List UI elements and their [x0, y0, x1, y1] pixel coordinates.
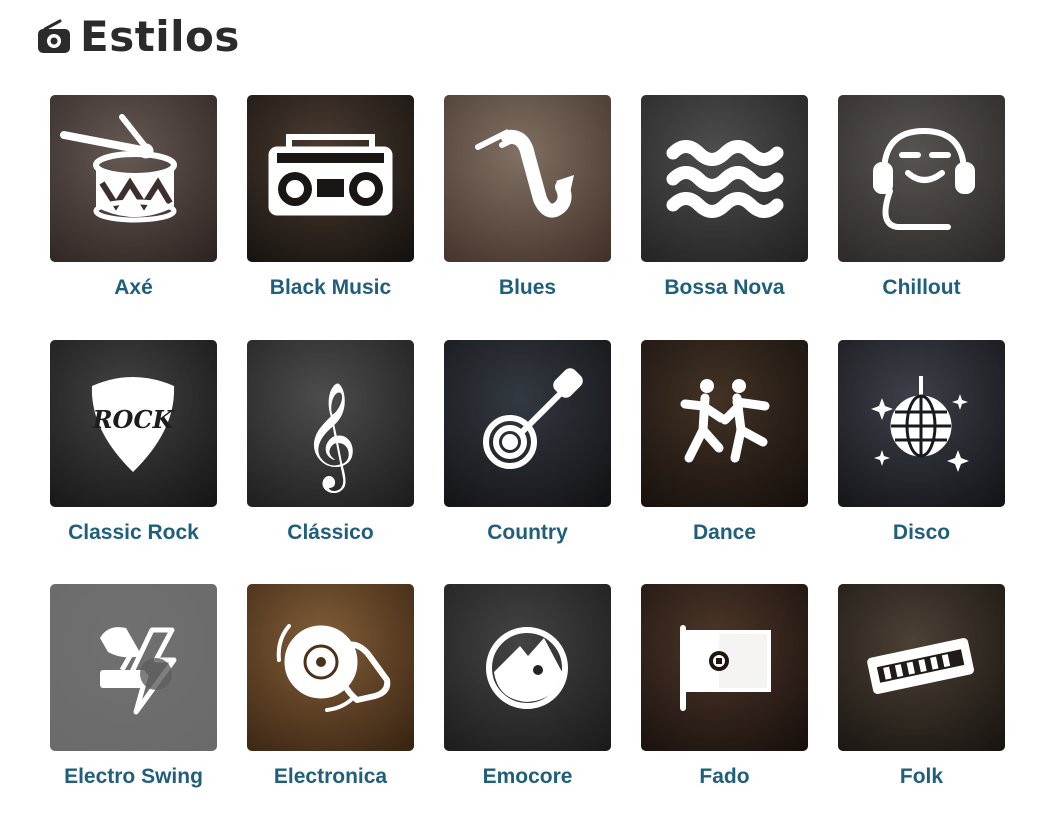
genre-grid: Axé Black Music Blues Bossa Nova Chillou…: [50, 95, 1005, 829]
genre-card-axe[interactable]: Axé: [50, 95, 217, 340]
genre-thumbnail: [444, 584, 611, 751]
genre-thumbnail: [247, 95, 414, 262]
genre-label: Emocore: [482, 765, 573, 788]
genre-card-bossa-nova[interactable]: Bossa Nova: [641, 95, 808, 340]
genre-card-disco[interactable]: Disco: [838, 339, 1005, 585]
genre-card-electro-swing[interactable]: Electro Swing: [50, 584, 217, 829]
saxophone-icon: [475, 128, 574, 218]
radio-icon: [38, 19, 70, 53]
svg-text:ROCK: ROCK: [92, 405, 175, 434]
genre-thumbnail: [444, 339, 611, 507]
genre-label: Classic Rock: [68, 520, 199, 544]
genre-card-emocore[interactable]: Emocore: [444, 584, 611, 829]
genre-label: Bossa Nova: [664, 276, 785, 299]
genre-thumbnail: [838, 95, 1005, 262]
genre-label: Country: [487, 520, 568, 544]
genre-label: Chillout: [882, 276, 961, 299]
headphones-face-icon: [873, 127, 975, 230]
genre-card-electronica[interactable]: Electronica: [247, 584, 414, 829]
page-header: Estilos: [36, 10, 240, 64]
page-title: Estilos: [80, 12, 240, 61]
genre-label: Clássico: [287, 520, 374, 544]
treble-clef-icon: 𝄞: [303, 381, 357, 493]
genre-thumbnail: [838, 584, 1005, 751]
dancers-icon: [680, 378, 770, 462]
boombox-icon: [268, 134, 393, 216]
genre-label: Axé: [114, 276, 153, 299]
genre-thumbnail: [838, 339, 1005, 507]
genre-card-country[interactable]: Country: [444, 339, 611, 585]
genre-label: Blues: [498, 276, 557, 299]
genre-label: Fado: [699, 765, 750, 788]
genre-thumbnail: [247, 584, 414, 751]
genre-card-black-music[interactable]: Black Music: [247, 95, 414, 340]
genre-thumbnail: ROCK: [50, 339, 217, 507]
genre-card-blues[interactable]: Blues: [444, 95, 611, 340]
svg-text:𝄞: 𝄞: [303, 381, 357, 493]
emo-face-icon: [486, 627, 568, 709]
disco-ball-icon: [871, 375, 969, 472]
genre-thumbnail: [641, 95, 808, 262]
banjo-icon: [483, 367, 583, 469]
genre-card-chillout[interactable]: Chillout: [838, 95, 1005, 340]
gramophone-bolt-icon: [100, 627, 177, 715]
genre-card-folk[interactable]: Folk: [838, 584, 1005, 829]
genre-thumbnail: [50, 584, 217, 751]
waves-icon: [666, 140, 784, 218]
genre-label: Disco: [892, 520, 951, 544]
guitar-pick-icon: ROCK: [92, 376, 175, 472]
turntable-hand-icon: [276, 624, 391, 712]
genre-thumbnail: 𝄞: [247, 339, 414, 507]
portugal-flag-icon: [680, 625, 771, 711]
harmonica-icon: [867, 638, 974, 695]
genre-label: Folk: [899, 765, 944, 788]
genre-label: Electro Swing: [64, 765, 203, 788]
genre-label: Electronica: [273, 765, 388, 788]
genre-card-fado[interactable]: Fado: [641, 584, 808, 829]
genre-card-dance[interactable]: Dance: [641, 339, 808, 585]
genre-thumbnail: [641, 339, 808, 507]
genre-label: Dance: [692, 520, 757, 544]
genre-label: Black Music: [269, 276, 392, 299]
genre-thumbnail: [50, 95, 217, 262]
genre-thumbnail: [641, 584, 808, 751]
genre-card-classic-rock[interactable]: ROCK Classic Rock: [50, 339, 217, 585]
genre-thumbnail: [444, 95, 611, 262]
genre-card-classico[interactable]: 𝄞 Clássico: [247, 339, 414, 585]
drum-icon: [60, 114, 177, 223]
